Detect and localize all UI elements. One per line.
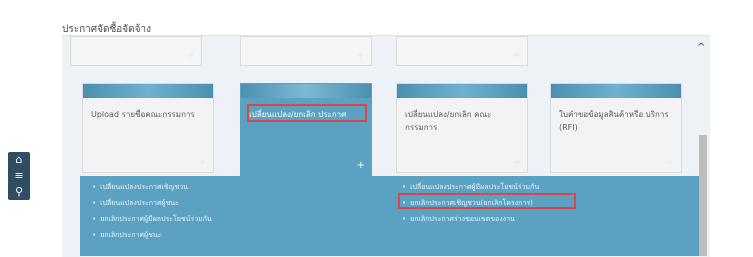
- tile-label: เปลี่ยนแปลง/ยกเลิก คณะ กรรมการ: [405, 110, 492, 132]
- floating-sidebar: ⌂ ≡ ⚲: [8, 152, 30, 200]
- plus-icon: +: [186, 50, 195, 61]
- tile-change-cancel-committee[interactable]: เปลี่ยนแปลง/ยกเลิก คณะ กรรมการ +: [396, 83, 528, 173]
- plus-icon: +: [512, 157, 521, 168]
- plus-icon: +: [198, 157, 207, 168]
- scroll-up-icon[interactable]: ^: [697, 42, 705, 53]
- submenu-item[interactable]: เปลี่ยนแปลงประกาศเชิญชวน: [92, 182, 188, 193]
- plus-icon: +: [666, 157, 675, 168]
- search-icon[interactable]: ⚲: [8, 184, 30, 200]
- submenu-item[interactable]: ยกเลิกประกาศผู้มีผลประโยชน์ร่วมกัน: [92, 214, 212, 225]
- submenu-item[interactable]: ยกเลิกประกาศร่างขอบเขตของงาน: [402, 214, 515, 225]
- plus-icon: +: [512, 50, 521, 61]
- tile-rfi[interactable]: ใบคำขอข้อมูลสินค้าหรือ บริการ (RFI) +: [550, 83, 682, 173]
- scrollbar[interactable]: [699, 135, 707, 256]
- submenu-item[interactable]: เปลี่ยนแปลงประกาศผู้ชนะ: [92, 198, 179, 209]
- tile-header-band: [551, 84, 681, 98]
- plus-icon: +: [356, 50, 365, 61]
- tile-label: Upload รายชื่อคณะกรรมการ: [91, 110, 195, 119]
- tile-upload-committee[interactable]: Upload รายชื่อคณะกรรมการ +: [82, 83, 214, 173]
- tile-header-band: [397, 84, 527, 98]
- submenu-item[interactable]: เปลี่ยนแปลงประกาศผู้มีผลประโยชน์ร่วมกัน: [402, 182, 539, 193]
- submenu-item[interactable]: ยกเลิกประกาศผู้ชนะ: [92, 230, 161, 241]
- top-tile-1[interactable]: +: [70, 36, 202, 66]
- tile-label: เปลี่ยนแปลง/ยกเลิก ประกาศ: [249, 110, 347, 119]
- tile-header-band: [83, 84, 213, 98]
- menu-icon[interactable]: ≡: [8, 168, 30, 184]
- tile-change-cancel-announcement[interactable]: เปลี่ยนแปลง/ยกเลิก ประกาศ +: [240, 83, 372, 176]
- tile-label: ใบคำขอข้อมูลสินค้าหรือ บริการ (RFI): [559, 110, 669, 132]
- tile-header-band: [241, 84, 371, 98]
- top-tile-2[interactable]: +: [240, 36, 372, 66]
- highlight-box: [398, 193, 576, 209]
- top-tile-3[interactable]: +: [396, 36, 528, 66]
- submenu-panel: เปลี่ยนแปลงประกาศเชิญชวน เปลี่ยนแปลงประก…: [80, 176, 704, 256]
- home-icon[interactable]: ⌂: [8, 152, 30, 168]
- plus-icon: +: [356, 160, 365, 171]
